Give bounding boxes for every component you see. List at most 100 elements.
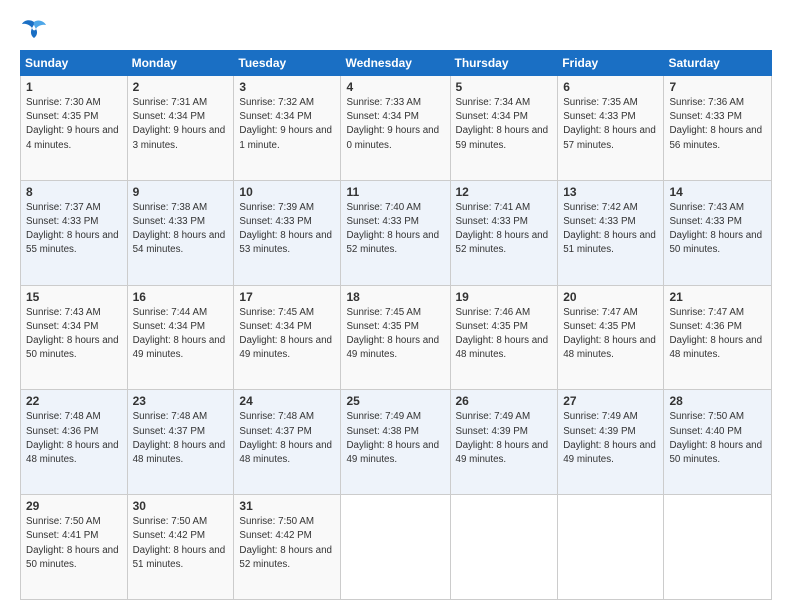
day-number: 22 [26,394,122,408]
day-number: 7 [669,80,766,94]
day-number: 26 [456,394,553,408]
day-number: 8 [26,185,122,199]
day-info: Sunrise: 7:34 AMSunset: 4:34 PMDaylight:… [456,96,553,153]
calendar-cell: 18Sunrise: 7:45 AMSunset: 4:35 PMDayligh… [341,285,450,390]
day-info: Sunrise: 7:48 AMSunset: 4:37 PMDaylight:… [133,410,229,467]
calendar-cell: 30 Sunrise: 7:50 AMSunset: 4:42 PMDayligh… [127,495,234,600]
day-number: 6 [563,80,658,94]
calendar-cell: 19 Sunrise: 7:46 AMSunset: 4:35 PMDayligh… [450,285,558,390]
weekday-header: Thursday [450,51,558,76]
day-number: 19 [456,290,553,304]
day-info: Sunrise: 7:40 AMSunset: 4:33 PMDaylight:… [346,201,444,258]
day-info: Sunrise: 7:50 AMSunset: 4:41 PMDaylight:… [26,515,122,572]
day-info: Sunrise: 7:44 AMSunset: 4:34 PMDaylight:… [133,306,229,363]
day-number: 15 [26,290,122,304]
day-number: 30 [133,499,229,513]
calendar-cell: 17 Sunrise: 7:45 AMSunset: 4:34 PMDayligh… [234,285,341,390]
day-info: Sunrise: 7:33 AMSunset: 4:34 PMDaylight:… [346,96,444,153]
day-number: 21 [669,290,766,304]
day-info: Sunrise: 7:38 AMSunset: 4:33 PMDaylight:… [133,201,229,258]
day-number: 9 [133,185,229,199]
calendar-cell: 3 Sunrise: 7:32 AMSunset: 4:34 PMDaylight… [234,76,341,181]
day-info: Sunrise: 7:45 AMSunset: 4:34 PMDaylight:… [239,306,335,363]
calendar-table: SundayMondayTuesdayWednesdayThursdayFrid… [20,50,772,600]
day-number: 29 [26,499,122,513]
calendar-cell: 21 Sunrise: 7:47 AMSunset: 4:36 PMDayligh… [664,285,772,390]
calendar-week-row: 15 Sunrise: 7:43 AMSunset: 4:34 PMDayligh… [21,285,772,390]
day-number: 4 [346,80,444,94]
calendar-cell: 14Sunrise: 7:43 AMSunset: 4:33 PMDayligh… [664,180,772,285]
day-info: Sunrise: 7:31 AMSunset: 4:34 PMDaylight:… [133,96,229,153]
calendar-cell: 22 Sunrise: 7:48 AMSunset: 4:36 PMDayligh… [21,390,128,495]
day-number: 13 [563,185,658,199]
day-info: Sunrise: 7:50 AMSunset: 4:42 PMDaylight:… [133,515,229,572]
calendar-cell: 1 Sunrise: 7:30 AMSunset: 4:35 PMDaylight… [21,76,128,181]
day-info: Sunrise: 7:37 AMSunset: 4:33 PMDaylight:… [26,201,122,258]
page: SundayMondayTuesdayWednesdayThursdayFrid… [0,0,792,612]
calendar-cell: 4 Sunrise: 7:33 AMSunset: 4:34 PMDaylight… [341,76,450,181]
header [20,18,772,40]
day-info: Sunrise: 7:43 AMSunset: 4:33 PMDaylight:… [669,201,766,258]
calendar-cell: 23 Sunrise: 7:48 AMSunset: 4:37 PMDayligh… [127,390,234,495]
calendar-cell: 25 Sunrise: 7:49 AMSunset: 4:38 PMDayligh… [341,390,450,495]
calendar-cell: 10 Sunrise: 7:39 AMSunset: 4:33 PMDayligh… [234,180,341,285]
day-info: Sunrise: 7:49 AMSunset: 4:39 PMDaylight:… [563,410,658,467]
day-info: Sunrise: 7:39 AMSunset: 4:33 PMDaylight:… [239,201,335,258]
weekday-header: Tuesday [234,51,341,76]
day-info: Sunrise: 7:36 AMSunset: 4:33 PMDaylight:… [669,96,766,153]
day-info: Sunrise: 7:32 AMSunset: 4:34 PMDaylight:… [239,96,335,153]
day-info: Sunrise: 7:42 AMSunset: 4:33 PMDaylight:… [563,201,658,258]
day-info: Sunrise: 7:47 AMSunset: 4:35 PMDaylight:… [563,306,658,363]
calendar-cell: 11Sunrise: 7:40 AMSunset: 4:33 PMDayligh… [341,180,450,285]
calendar-cell: 6 Sunrise: 7:35 AMSunset: 4:33 PMDaylight… [558,76,664,181]
calendar-cell: 16 Sunrise: 7:44 AMSunset: 4:34 PMDayligh… [127,285,234,390]
day-number: 10 [239,185,335,199]
calendar-cell: 15 Sunrise: 7:43 AMSunset: 4:34 PMDayligh… [21,285,128,390]
calendar-cell: 9 Sunrise: 7:38 AMSunset: 4:33 PMDaylight… [127,180,234,285]
logo-icon [20,18,48,40]
day-info: Sunrise: 7:46 AMSunset: 4:35 PMDaylight:… [456,306,553,363]
calendar-cell: 7 Sunrise: 7:36 AMSunset: 4:33 PMDaylight… [664,76,772,181]
calendar-cell: 26Sunrise: 7:49 AMSunset: 4:39 PMDayligh… [450,390,558,495]
calendar-cell: 13 Sunrise: 7:42 AMSunset: 4:33 PMDayligh… [558,180,664,285]
calendar-cell: 31Sunrise: 7:50 AMSunset: 4:42 PMDayligh… [234,495,341,600]
day-info: Sunrise: 7:41 AMSunset: 4:33 PMDaylight:… [456,201,553,258]
weekday-header: Sunday [21,51,128,76]
day-number: 5 [456,80,553,94]
day-number: 16 [133,290,229,304]
day-info: Sunrise: 7:50 AMSunset: 4:42 PMDaylight:… [239,515,335,572]
day-number: 20 [563,290,658,304]
day-number: 28 [669,394,766,408]
day-number: 27 [563,394,658,408]
day-number: 24 [239,394,335,408]
day-number: 3 [239,80,335,94]
weekday-header: Saturday [664,51,772,76]
day-number: 25 [346,394,444,408]
calendar-header-row: SundayMondayTuesdayWednesdayThursdayFrid… [21,51,772,76]
calendar-cell [341,495,450,600]
day-info: Sunrise: 7:35 AMSunset: 4:33 PMDaylight:… [563,96,658,153]
calendar-cell: 8 Sunrise: 7:37 AMSunset: 4:33 PMDaylight… [21,180,128,285]
weekday-header: Wednesday [341,51,450,76]
day-number: 17 [239,290,335,304]
day-number: 23 [133,394,229,408]
day-number: 18 [346,290,444,304]
day-info: Sunrise: 7:47 AMSunset: 4:36 PMDaylight:… [669,306,766,363]
day-info: Sunrise: 7:48 AMSunset: 4:36 PMDaylight:… [26,410,122,467]
calendar-week-row: 22 Sunrise: 7:48 AMSunset: 4:36 PMDayligh… [21,390,772,495]
day-info: Sunrise: 7:30 AMSunset: 4:35 PMDaylight:… [26,96,122,153]
calendar-cell: 5 Sunrise: 7:34 AMSunset: 4:34 PMDaylight… [450,76,558,181]
day-info: Sunrise: 7:43 AMSunset: 4:34 PMDaylight:… [26,306,122,363]
logo [20,18,52,40]
calendar-week-row: 29 Sunrise: 7:50 AMSunset: 4:41 PMDayligh… [21,495,772,600]
day-number: 1 [26,80,122,94]
calendar-cell: 12Sunrise: 7:41 AMSunset: 4:33 PMDayligh… [450,180,558,285]
calendar-week-row: 1 Sunrise: 7:30 AMSunset: 4:35 PMDaylight… [21,76,772,181]
calendar-cell: 28 Sunrise: 7:50 AMSunset: 4:40 PMDayligh… [664,390,772,495]
calendar-cell: 20 Sunrise: 7:47 AMSunset: 4:35 PMDayligh… [558,285,664,390]
day-info: Sunrise: 7:48 AMSunset: 4:37 PMDaylight:… [239,410,335,467]
calendar-cell: 24 Sunrise: 7:48 AMSunset: 4:37 PMDayligh… [234,390,341,495]
day-info: Sunrise: 7:50 AMSunset: 4:40 PMDaylight:… [669,410,766,467]
day-info: Sunrise: 7:49 AMSunset: 4:38 PMDaylight:… [346,410,444,467]
day-number: 2 [133,80,229,94]
